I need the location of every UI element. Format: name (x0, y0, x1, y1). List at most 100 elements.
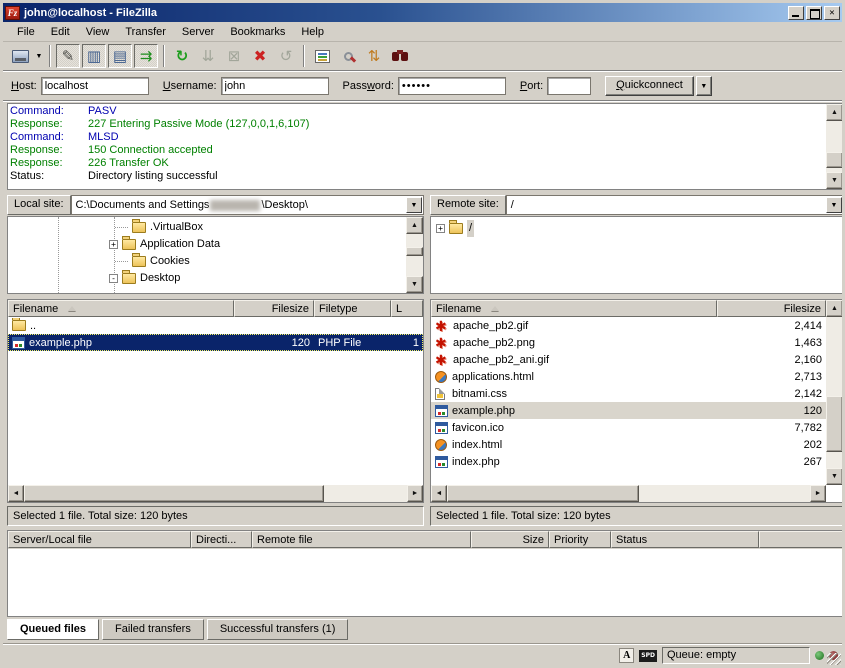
file-row-parent-dir[interactable]: .. (8, 317, 423, 334)
file-row[interactable]: index.html202 (431, 436, 826, 453)
tab-queued-files[interactable]: Queued files (7, 619, 99, 640)
file-row[interactable]: apache_pb2_ani.gif2,160 (431, 351, 826, 368)
process-queue-button[interactable]: ⇊ (196, 44, 220, 68)
html-file-icon (435, 439, 447, 451)
remote-selection-status: Selected 1 file. Total size: 120 bytes (430, 506, 844, 526)
synchronized-browsing-button[interactable]: ⇅ (362, 44, 386, 68)
column-size[interactable]: Size (471, 531, 549, 548)
refresh-icon: ↻ (176, 49, 189, 64)
tree-item-application-data[interactable]: +Application Data (8, 236, 423, 253)
tree-item-root[interactable]: + / (431, 220, 843, 237)
scroll-up-button[interactable]: ▲ (826, 300, 843, 317)
scroll-down-button[interactable]: ▼ (826, 172, 843, 189)
username-input[interactable] (221, 77, 329, 95)
titlebar[interactable]: Fz john@localhost - FileZilla (3, 3, 842, 22)
menu-file[interactable]: File (9, 24, 43, 40)
scroll-right-button[interactable]: ► (407, 485, 423, 502)
combo-dropdown-icon[interactable]: ▼ (826, 197, 842, 213)
column-direction[interactable]: Directi... (191, 531, 252, 548)
file-row-example-php[interactable]: example.php 120 PHP File 1 (8, 334, 423, 351)
column-remote-file[interactable]: Remote file (252, 531, 471, 548)
close-button[interactable] (824, 6, 840, 20)
column-filename[interactable]: Filename (8, 300, 234, 317)
local-site-combo[interactable]: C:\Documents and Settings\Desktop\ ▼ (71, 195, 424, 215)
tree-item-desktop[interactable]: -Desktop (8, 270, 423, 287)
column-status[interactable]: Status (611, 531, 759, 548)
toggle-local-tree-button[interactable]: ▥ (82, 44, 106, 68)
menu-bookmarks[interactable]: Bookmarks (222, 24, 293, 40)
remote-list-vscrollbar[interactable]: ▲ ▼ (826, 300, 843, 485)
toggle-queue-button[interactable]: ⇉ (134, 44, 158, 68)
remote-directory-tree: + / (430, 216, 844, 294)
file-row[interactable]: apache_pb2.png1,463 (431, 334, 826, 351)
scrollbar-thumb[interactable] (406, 247, 423, 256)
tree-item-virtualbox[interactable]: .VirtualBox (8, 219, 423, 236)
maximize-button[interactable] (806, 6, 822, 20)
scroll-right-button[interactable]: ► (810, 485, 826, 502)
column-filesize[interactable]: Filesize (717, 300, 826, 317)
filter-button[interactable] (310, 44, 334, 68)
column-filetype[interactable]: Filetype (314, 300, 391, 317)
scrollbar-thumb[interactable] (826, 152, 843, 168)
tree-item-cookies[interactable]: Cookies (8, 253, 423, 270)
tab-failed-transfers[interactable]: Failed transfers (102, 619, 204, 640)
scroll-down-button[interactable]: ▼ (406, 276, 423, 293)
quickconnect-dropdown[interactable]: ▼ (696, 76, 712, 96)
menu-view[interactable]: View (78, 24, 118, 40)
column-last-modified[interactable]: L (391, 300, 423, 317)
scrollbar-thumb[interactable] (447, 485, 639, 502)
minimize-button[interactable] (788, 6, 804, 20)
column-filename[interactable]: Filename (431, 300, 717, 317)
log-line: Status:Directory listing successful (10, 170, 823, 183)
quickconnect-button[interactable]: Quickconnect (605, 76, 694, 96)
host-input[interactable] (41, 77, 149, 95)
toggle-remote-tree-button[interactable]: ▤ (108, 44, 132, 68)
folder-icon (132, 222, 146, 233)
tab-successful-transfers[interactable]: Successful transfers (1) (207, 619, 349, 640)
collapse-icon[interactable]: - (109, 274, 118, 283)
process-queue-icon: ⇊ (202, 49, 215, 64)
scrollbar-thumb[interactable] (826, 396, 843, 452)
expand-icon[interactable]: + (436, 224, 445, 233)
toggle-message-log-button[interactable]: ✎ (56, 44, 80, 68)
menu-help[interactable]: Help (293, 24, 332, 40)
scroll-up-button[interactable]: ▲ (826, 104, 843, 121)
scroll-left-button[interactable]: ◄ (8, 485, 24, 502)
reconnect-button[interactable]: ↺ (274, 44, 298, 68)
disconnect-button[interactable]: ✖ (248, 44, 272, 68)
menu-transfer[interactable]: Transfer (117, 24, 174, 40)
password-input[interactable] (398, 77, 506, 95)
resize-grip[interactable] (827, 653, 841, 667)
log-scrollbar[interactable]: ▲ ▼ (826, 104, 843, 189)
site-manager-dropdown[interactable]: ▼ (33, 45, 45, 67)
cancel-button[interactable]: ⊠ (222, 44, 246, 68)
scroll-up-button[interactable]: ▲ (406, 217, 423, 234)
file-row[interactable]: favicon.ico7,782 (431, 419, 826, 436)
log-line: Response:150 Connection accepted (10, 144, 823, 157)
directory-comparison-button[interactable] (336, 44, 360, 68)
scrollbar-thumb[interactable] (24, 485, 324, 502)
expand-icon[interactable]: + (109, 240, 118, 249)
file-row[interactable]: apache_pb2.gif2,414 (431, 317, 826, 334)
column-filesize[interactable]: Filesize (234, 300, 314, 317)
find-files-button[interactable] (388, 44, 412, 68)
toolbar: ▼ ✎ ▥ ▤ ⇉ ↻ ⇊ ⊠ ✖ ↺ ⇅ (3, 42, 842, 71)
remote-site-combo[interactable]: / ▼ (506, 195, 844, 215)
scroll-left-button[interactable]: ◄ (431, 485, 447, 502)
local-tree-scrollbar[interactable]: ▲ ▼ (406, 217, 423, 293)
remote-list-hscrollbar[interactable]: ◄ ► (431, 485, 826, 502)
menu-edit[interactable]: Edit (43, 24, 78, 40)
menu-server[interactable]: Server (174, 24, 222, 40)
column-priority[interactable]: Priority (549, 531, 611, 548)
scroll-down-button[interactable]: ▼ (826, 468, 843, 485)
site-manager-button[interactable] (8, 44, 32, 68)
file-row[interactable]: index.php267 (431, 453, 826, 470)
column-server-local-file[interactable]: Server/Local file (8, 531, 191, 548)
port-input[interactable] (547, 77, 591, 95)
refresh-button[interactable]: ↻ (170, 44, 194, 68)
file-row[interactable]: applications.html2,713 (431, 368, 826, 385)
file-row[interactable]: bitnami.css2,142 (431, 385, 826, 402)
combo-dropdown-icon[interactable]: ▼ (406, 197, 422, 213)
local-list-hscrollbar[interactable]: ◄ ► (8, 485, 423, 502)
file-row-example-php[interactable]: example.php120 (431, 402, 826, 419)
